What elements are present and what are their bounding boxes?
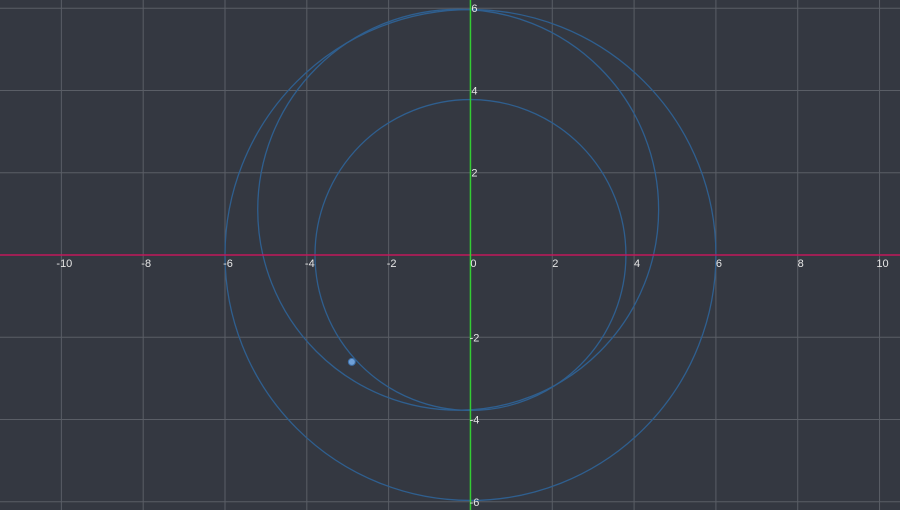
x-tick-label: 2 xyxy=(552,258,558,270)
x-tick-label: 8 xyxy=(798,258,804,270)
y-tick-label: -4 xyxy=(470,415,480,427)
graph-canvas[interactable]: -10 -8 -6 -4 -2 0 2 4 6 8 10 6 4 2 -2 -4 -6 xyxy=(0,0,900,510)
circle-curve-1[interactable] xyxy=(257,8,660,411)
x-tick-label: -10 xyxy=(56,258,72,270)
points[interactable] xyxy=(347,357,356,366)
y-tick-label: -2 xyxy=(470,332,480,344)
x-tick-label: 6 xyxy=(716,258,722,270)
x-tick-label: -4 xyxy=(305,258,315,270)
graph-svg[interactable]: -10 -8 -6 -4 -2 0 2 4 6 8 10 6 4 2 -2 -4 -6 xyxy=(0,0,900,510)
x-tick-label: -8 xyxy=(141,258,151,270)
tick-labels: -10 -8 -6 -4 -2 0 2 4 6 8 10 6 4 2 -2 -4 -6 xyxy=(56,3,888,509)
y-tick-label: -6 xyxy=(470,497,480,509)
x-tick-label: 10 xyxy=(876,258,888,270)
y-tick-label: 6 xyxy=(471,3,477,15)
x-tick-label: -6 xyxy=(223,258,233,270)
y-tick-label: 2 xyxy=(471,168,477,180)
x-tick-label: 0 xyxy=(470,258,476,270)
axes xyxy=(0,0,900,510)
x-tick-label: -2 xyxy=(387,258,397,270)
x-tick-label: 4 xyxy=(634,258,640,270)
y-tick-label: 4 xyxy=(471,85,477,97)
draggable-point[interactable] xyxy=(347,357,356,366)
